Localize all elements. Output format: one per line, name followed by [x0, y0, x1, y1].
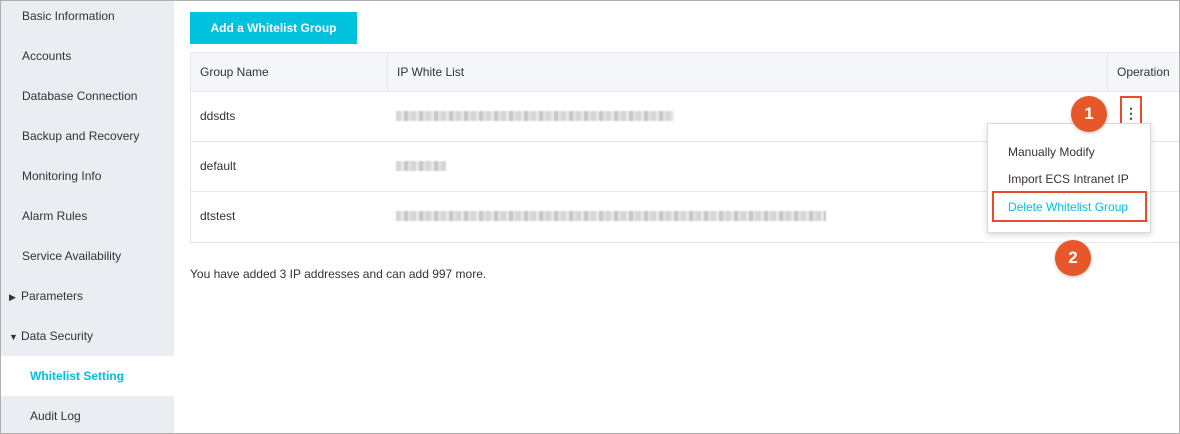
table-header: Group Name IP White List Operation: [191, 53, 1179, 92]
highlight-box: [992, 191, 1147, 222]
sidebar-item-label: Parameters: [21, 289, 84, 303]
sidebar: Basic Information Accounts Database Conn…: [1, 1, 174, 433]
caret-down-icon: ▼: [9, 332, 18, 342]
step-1-callout-badge: 1: [1071, 96, 1107, 132]
sidebar-item-database-connection[interactable]: Database Connection: [1, 76, 174, 116]
operation-dropdown-menu: Manually Modify Import ECS Intranet IP D…: [987, 123, 1151, 233]
ip-quota-note: You have added 3 IP addresses and can ad…: [190, 267, 487, 281]
sidebar-item-parameters[interactable]: ▶ Parameters: [1, 276, 174, 316]
sidebar-item-whitelist-setting[interactable]: Whitelist Setting: [1, 356, 174, 396]
sidebar-item-monitoring-info[interactable]: Monitoring Info: [1, 156, 174, 196]
menu-item-import-ecs-intranet-ip[interactable]: Import ECS Intranet IP: [988, 166, 1150, 192]
group-name-cell: ddsdts: [200, 109, 236, 123]
caret-right-icon: ▶: [9, 292, 16, 302]
ip-list-cell-redacted: [388, 142, 1088, 191]
ip-list-cell-redacted: [388, 92, 1088, 141]
sidebar-item-backup-and-recovery[interactable]: Backup and Recovery: [1, 116, 174, 156]
sidebar-item-data-security[interactable]: ▼ Data Security: [1, 316, 174, 356]
sidebar-item-accounts[interactable]: Accounts: [1, 36, 174, 76]
add-whitelist-group-button[interactable]: Add a Whitelist Group: [190, 12, 357, 44]
column-header-group-name: Group Name: [191, 53, 388, 91]
group-name-cell: dtstest: [200, 209, 236, 223]
step-2-callout-badge: 2: [1055, 240, 1091, 276]
menu-item-manually-modify[interactable]: Manually Modify: [988, 139, 1150, 165]
sidebar-item-label: Data Security: [21, 329, 94, 343]
vertical-ellipsis-icon: ⋮: [1124, 105, 1138, 121]
main-content: Add a Whitelist Group Group Name IP Whit…: [174, 1, 1179, 433]
sidebar-item-basic-information[interactable]: Basic Information: [1, 0, 174, 36]
ip-list-cell-redacted: [388, 192, 1088, 241]
sidebar-item-alarm-rules[interactable]: Alarm Rules: [1, 196, 174, 236]
column-header-ip-white-list: IP White List: [388, 53, 1108, 91]
group-name-cell: default: [200, 159, 237, 173]
column-header-operation: Operation: [1117, 65, 1170, 79]
sidebar-item-service-availability[interactable]: Service Availability: [1, 236, 174, 276]
sidebar-item-audit-log[interactable]: Audit Log: [1, 396, 174, 434]
